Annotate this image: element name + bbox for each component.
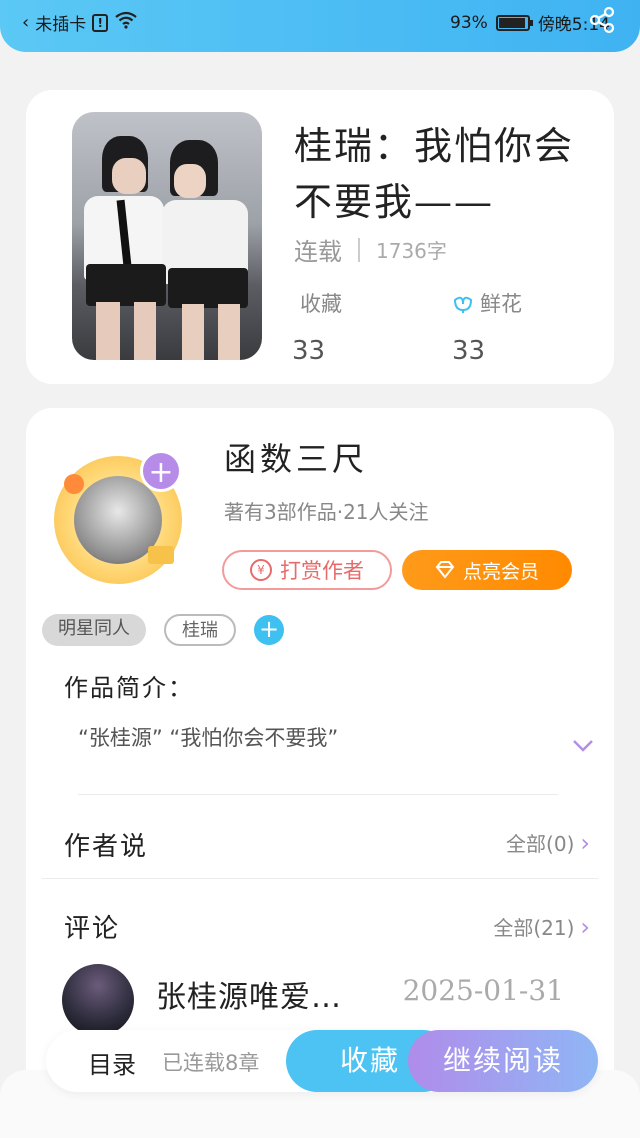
book-info-card: 桂瑞：我怕你会不要我—— 连载 1736字 收藏 33 鲜花 33 (26, 90, 614, 384)
continue-reading-button[interactable]: 继续阅读 (408, 1030, 598, 1092)
comments-more-label: 全部(21) (493, 916, 575, 940)
reward-author-button[interactable]: ¥ 打赏作者 (222, 550, 392, 590)
diamond-icon (435, 561, 455, 579)
expand-chevron-icon[interactable] (572, 730, 594, 760)
author-meta: 著有3部作品·21人关注 (224, 500, 429, 524)
intro-text: “张桂源” “我怕你会不要我” (78, 726, 339, 750)
tag-item[interactable]: 明星同人 (42, 614, 146, 646)
chevron-right-icon: › (580, 828, 590, 857)
add-tag-button[interactable]: + (254, 615, 284, 645)
comment-date: 2025-01-31 (402, 974, 564, 1007)
comment-username[interactable]: 张桂源唯爱… (156, 972, 342, 1016)
book-decoration-icon (148, 546, 174, 564)
flowers-label-text: 鲜花 (480, 292, 522, 316)
author-says-title: 作者说 (64, 832, 149, 862)
comments-title: 评论 (64, 914, 121, 944)
back-icon[interactable]: ‹ (22, 12, 29, 33)
author-says-more-label: 全部(0) (506, 832, 575, 856)
divider (42, 878, 598, 879)
favorites-count: 33 (292, 336, 326, 366)
book-title: 桂瑞：我怕你会不要我—— (294, 124, 575, 224)
tag-item[interactable]: 桂瑞 (164, 614, 236, 646)
flowers-count: 33 (452, 336, 486, 366)
book-status-row: 连载 1736字 (294, 232, 447, 267)
share-icon[interactable] (588, 6, 616, 34)
chevron-right-icon: › (580, 912, 590, 941)
flowers-label[interactable]: 鲜花 (452, 288, 522, 318)
author-says-more[interactable]: 全部(0) › (506, 828, 590, 857)
decoration-icon (64, 474, 84, 494)
favorites-label-text: 收藏 (300, 292, 342, 316)
author-name[interactable]: 函数三尺 (224, 434, 368, 480)
book-cover-image[interactable] (72, 112, 262, 360)
yen-icon: ¥ (250, 559, 272, 581)
book-detail-card: + 函数三尺 著有3部作品·21人关注 ¥ 打赏作者 点亮会员 明星同人 桂瑞 … (26, 408, 614, 1108)
carrier-label: 未插卡 (35, 15, 87, 35)
bottom-action-bar: 目录 已连载8章 收藏 继续阅读 (46, 1030, 598, 1092)
vip-label: 点亮会员 (462, 560, 539, 583)
comment-avatar[interactable] (62, 964, 134, 1036)
wifi-icon (114, 11, 138, 34)
flower-icon (453, 296, 473, 313)
vip-button[interactable]: 点亮会员 (402, 550, 572, 590)
divider (358, 237, 360, 262)
follow-plus-button[interactable]: + (140, 450, 182, 492)
serial-status: 连载 (294, 238, 342, 266)
reward-label: 打赏作者 (280, 559, 364, 583)
status-bar: ‹ 未插卡 ! 93% 傍晚5:14 (0, 0, 640, 52)
comments-more[interactable]: 全部(21) › (493, 912, 590, 941)
chapter-count: 已连载8章 (162, 1051, 260, 1075)
alert-icon: ! (92, 13, 109, 32)
word-count: 1736字 (376, 239, 447, 263)
divider (78, 794, 558, 795)
tag-list: 明星同人 桂瑞 + (42, 614, 284, 646)
favorites-label[interactable]: 收藏 (300, 288, 342, 318)
toc-button[interactable]: 目录 (88, 1045, 136, 1080)
battery-percent: 93% (450, 12, 488, 33)
battery-icon (495, 14, 533, 31)
intro-title: 作品简介： (64, 674, 194, 702)
